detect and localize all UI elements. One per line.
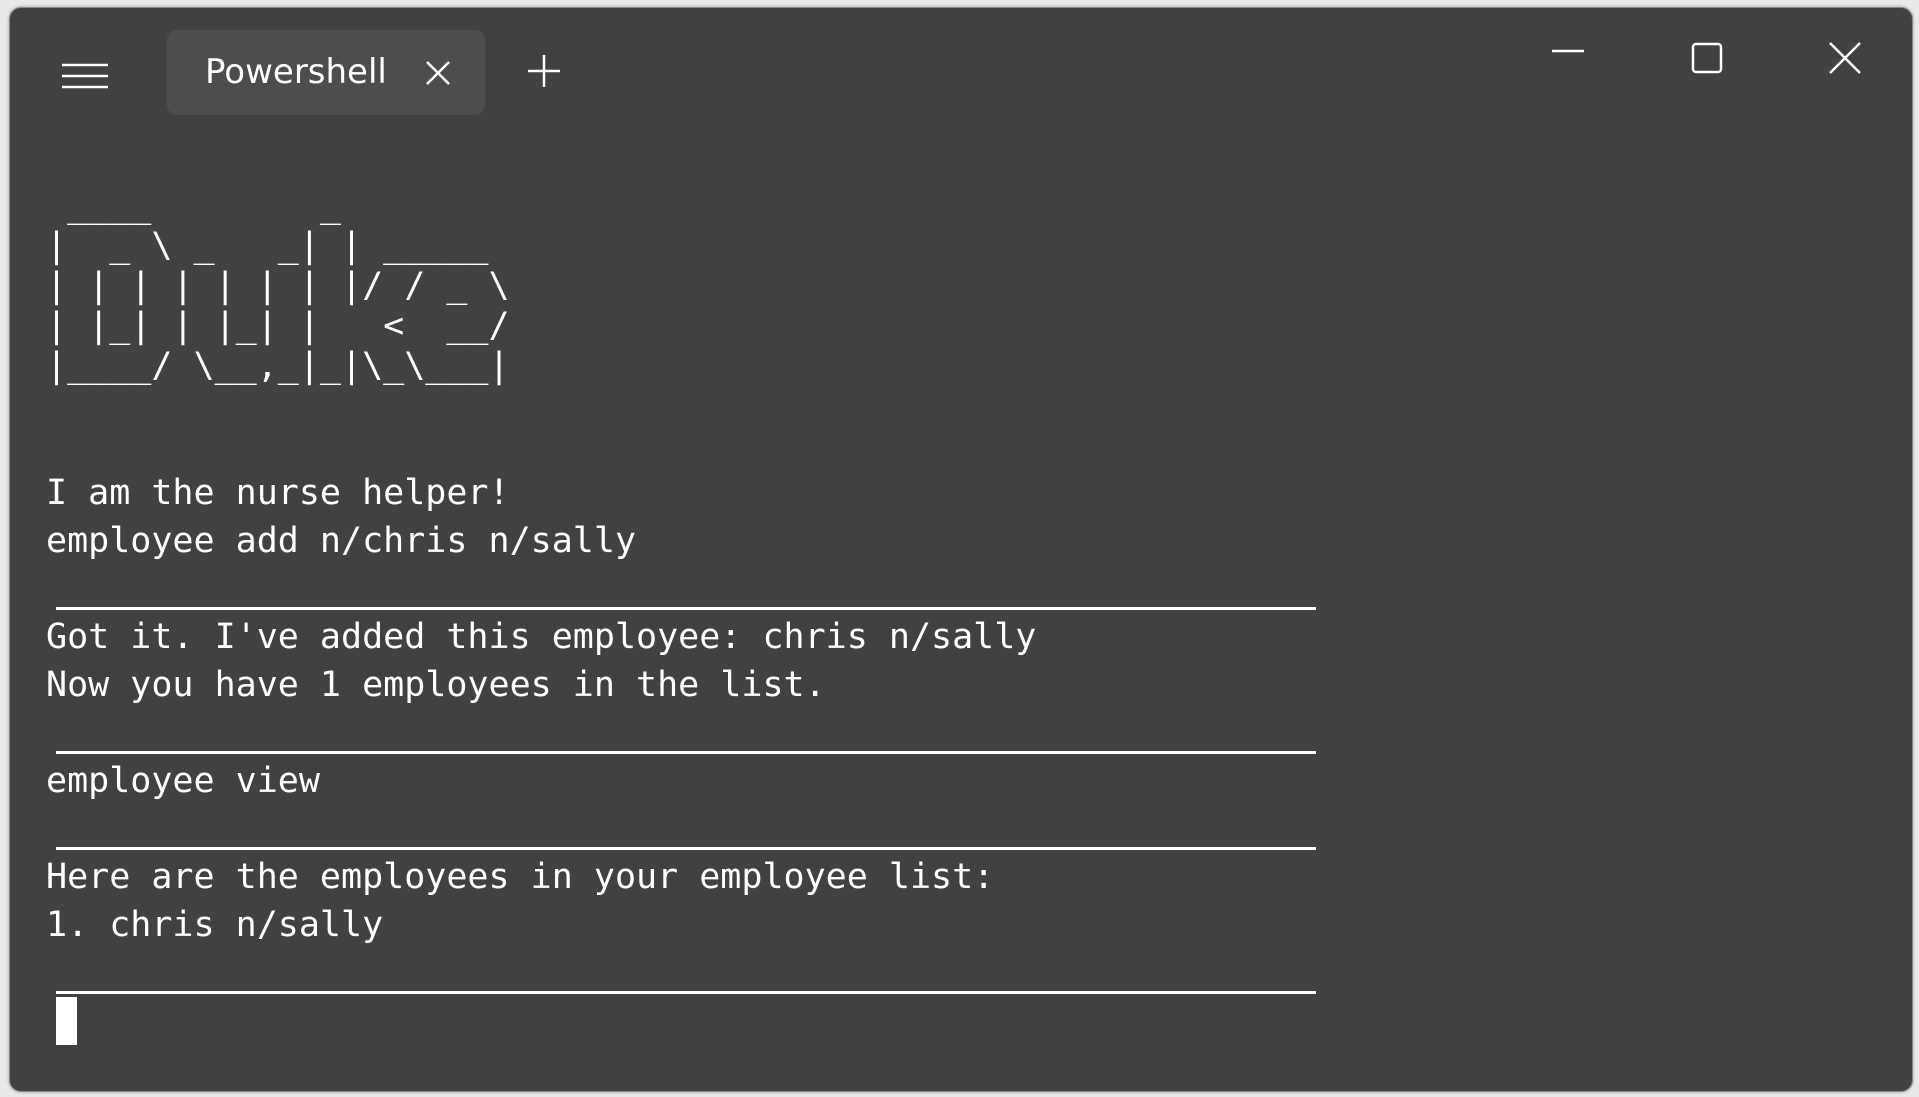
command-line: employee add n/chris n/sally: [46, 521, 637, 561]
tab-close-button[interactable]: [422, 57, 454, 89]
close-icon: [426, 61, 450, 85]
divider-line: [56, 751, 1316, 754]
plus-icon: [528, 55, 560, 87]
minimize-icon: [1552, 49, 1584, 53]
tab-powershell[interactable]: Powershell: [167, 30, 485, 115]
response-line: Here are the employees in your employee …: [46, 857, 995, 897]
logo-line: | | | | | | | |/ / _ \: [46, 266, 510, 306]
response-line: Now you have 1 employees in the list.: [46, 665, 826, 705]
response-line: Got it. I've added this employee: chris …: [46, 617, 1037, 657]
maximize-button[interactable]: [1687, 38, 1727, 78]
greeting-text: I am the nurse helper!: [46, 473, 510, 513]
divider-line: [56, 607, 1316, 610]
maximize-icon: [1691, 42, 1723, 74]
logo-line: | |_| | |_| | < __/: [46, 306, 510, 346]
new-tab-button[interactable]: [525, 52, 563, 90]
terminal-output[interactable]: ____ _ | _ \ _ _| | _____ | | | | | | | …: [46, 186, 1886, 1066]
tab-title: Powershell: [205, 52, 387, 92]
text-cursor: [56, 997, 77, 1045]
logo-line: | _ \ _ _| | _____: [46, 226, 510, 266]
terminal-window: Powershell ____ _ | _ \ _ _| | _____ | |…: [9, 7, 1913, 1092]
hamburger-menu-button[interactable]: [52, 51, 118, 103]
divider-line: [56, 847, 1316, 850]
logo-line: ____ _: [46, 186, 510, 226]
logo-line: |____/ \__,_|_|\_\___|: [46, 346, 510, 386]
close-icon: [1829, 42, 1861, 74]
command-line: employee view: [46, 761, 320, 801]
minimize-button[interactable]: [1548, 38, 1588, 78]
close-window-button[interactable]: [1825, 38, 1865, 78]
hamburger-menu-icon: [62, 63, 108, 89]
divider-line: [56, 991, 1316, 994]
response-line: 1. chris n/sally: [46, 905, 384, 945]
title-bar: Powershell: [10, 8, 1912, 144]
